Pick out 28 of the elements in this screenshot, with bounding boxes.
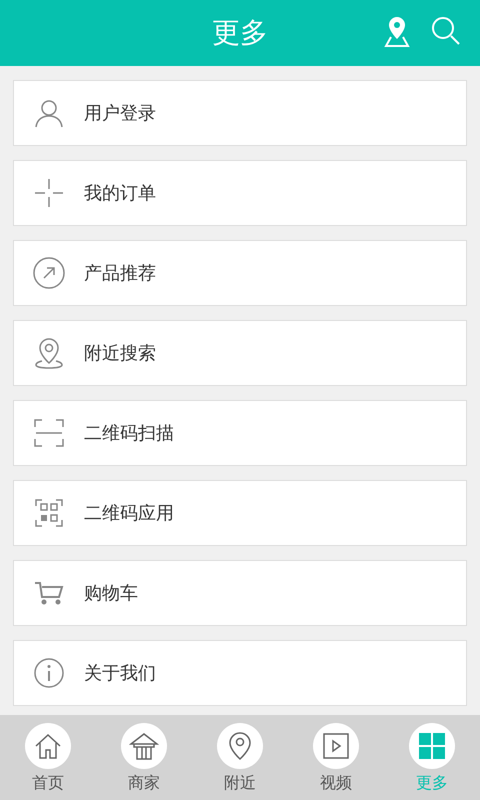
search-icon xyxy=(430,15,462,47)
grid-icon xyxy=(419,733,445,759)
qr-code-icon xyxy=(35,499,63,527)
tab[interactable]: 商家 xyxy=(96,715,192,800)
location-pin-icon xyxy=(34,337,64,369)
arrow-circle-icon xyxy=(32,256,66,290)
info-icon xyxy=(34,658,64,688)
person-icon xyxy=(34,98,64,128)
menu-item[interactable]: 产品推荐 xyxy=(13,240,467,306)
menu-item[interactable]: 用户登录 xyxy=(13,80,467,146)
shopping-cart-icon xyxy=(34,581,64,605)
page-title: 更多 xyxy=(212,15,268,51)
menu-item[interactable]: 二维码扫描 xyxy=(13,400,467,466)
location-pin-icon xyxy=(228,731,252,761)
tab[interactable]: 附近 xyxy=(192,715,288,800)
video-play-icon xyxy=(323,733,349,759)
scan-frame-icon xyxy=(34,419,64,447)
menu-item[interactable]: 附近搜索 xyxy=(13,320,467,386)
tab[interactable]: 首页 xyxy=(0,715,96,800)
menu-item[interactable]: 购物车 xyxy=(13,560,467,626)
shop-icon xyxy=(129,732,159,760)
tab[interactable]: 视频 xyxy=(288,715,384,800)
menu-item[interactable]: 关于我们 xyxy=(13,640,467,706)
crosshair-icon xyxy=(34,178,64,208)
map-pin-icon xyxy=(382,15,412,49)
menu-item[interactable]: 我的订单 xyxy=(13,160,467,226)
home-icon xyxy=(34,733,62,759)
menu-item[interactable]: 二维码应用 xyxy=(13,480,467,546)
